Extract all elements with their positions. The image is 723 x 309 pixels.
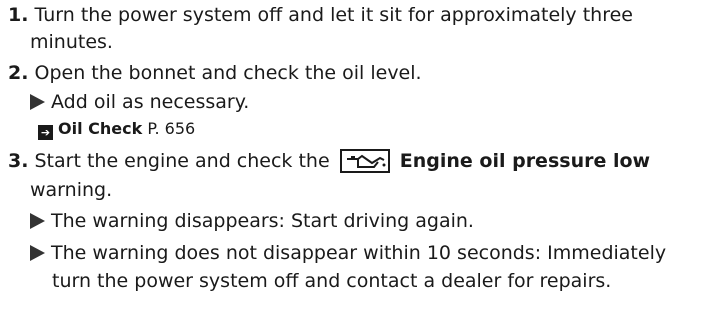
step-1: 1. Turn the power system off and let it … <box>8 2 708 29</box>
reference-title: Oil Check <box>58 119 143 138</box>
oil-check-reference[interactable]: ➔ Oil Check P. 656 <box>38 117 195 141</box>
reference-arrow-icon: ➔ <box>38 125 53 140</box>
step-1-continuation: minutes. <box>30 31 113 53</box>
sub-text: The warning disappears: Start driving ag… <box>51 210 474 232</box>
step-3-sub-1: The warning disappears: Start driving ag… <box>30 208 474 235</box>
step-2: 2. Open the bonnet and check the oil lev… <box>8 60 708 87</box>
triangle-bullet-icon <box>30 213 45 229</box>
sub-text: Add oil as necessary. <box>51 91 250 113</box>
step-text: Start the engine and check the <box>34 150 330 172</box>
step-3: 3. Start the engine and check the Engine… <box>8 148 708 175</box>
step-number: 1. <box>8 4 29 26</box>
sub-text: The warning does not disappear within 10… <box>51 242 667 264</box>
reference-page: P. 656 <box>147 119 196 138</box>
warning-name: Engine oil pressure low <box>399 150 651 172</box>
step-3-sub-2-continuation: turn the power system off and contact a … <box>52 270 612 292</box>
step-number: 2. <box>8 62 29 84</box>
step-number: 3. <box>8 150 29 172</box>
step-3-continuation: warning. <box>30 179 113 201</box>
triangle-bullet-icon <box>30 245 45 261</box>
step-3-sub-2: The warning does not disappear within 10… <box>30 240 666 267</box>
engine-oil-pressure-icon <box>339 149 390 173</box>
step-text: Turn the power system off and let it sit… <box>34 4 633 26</box>
triangle-bullet-icon <box>30 94 45 110</box>
step-text: Open the bonnet and check the oil level. <box>34 62 422 84</box>
step-2-sub: Add oil as necessary. <box>30 89 249 116</box>
